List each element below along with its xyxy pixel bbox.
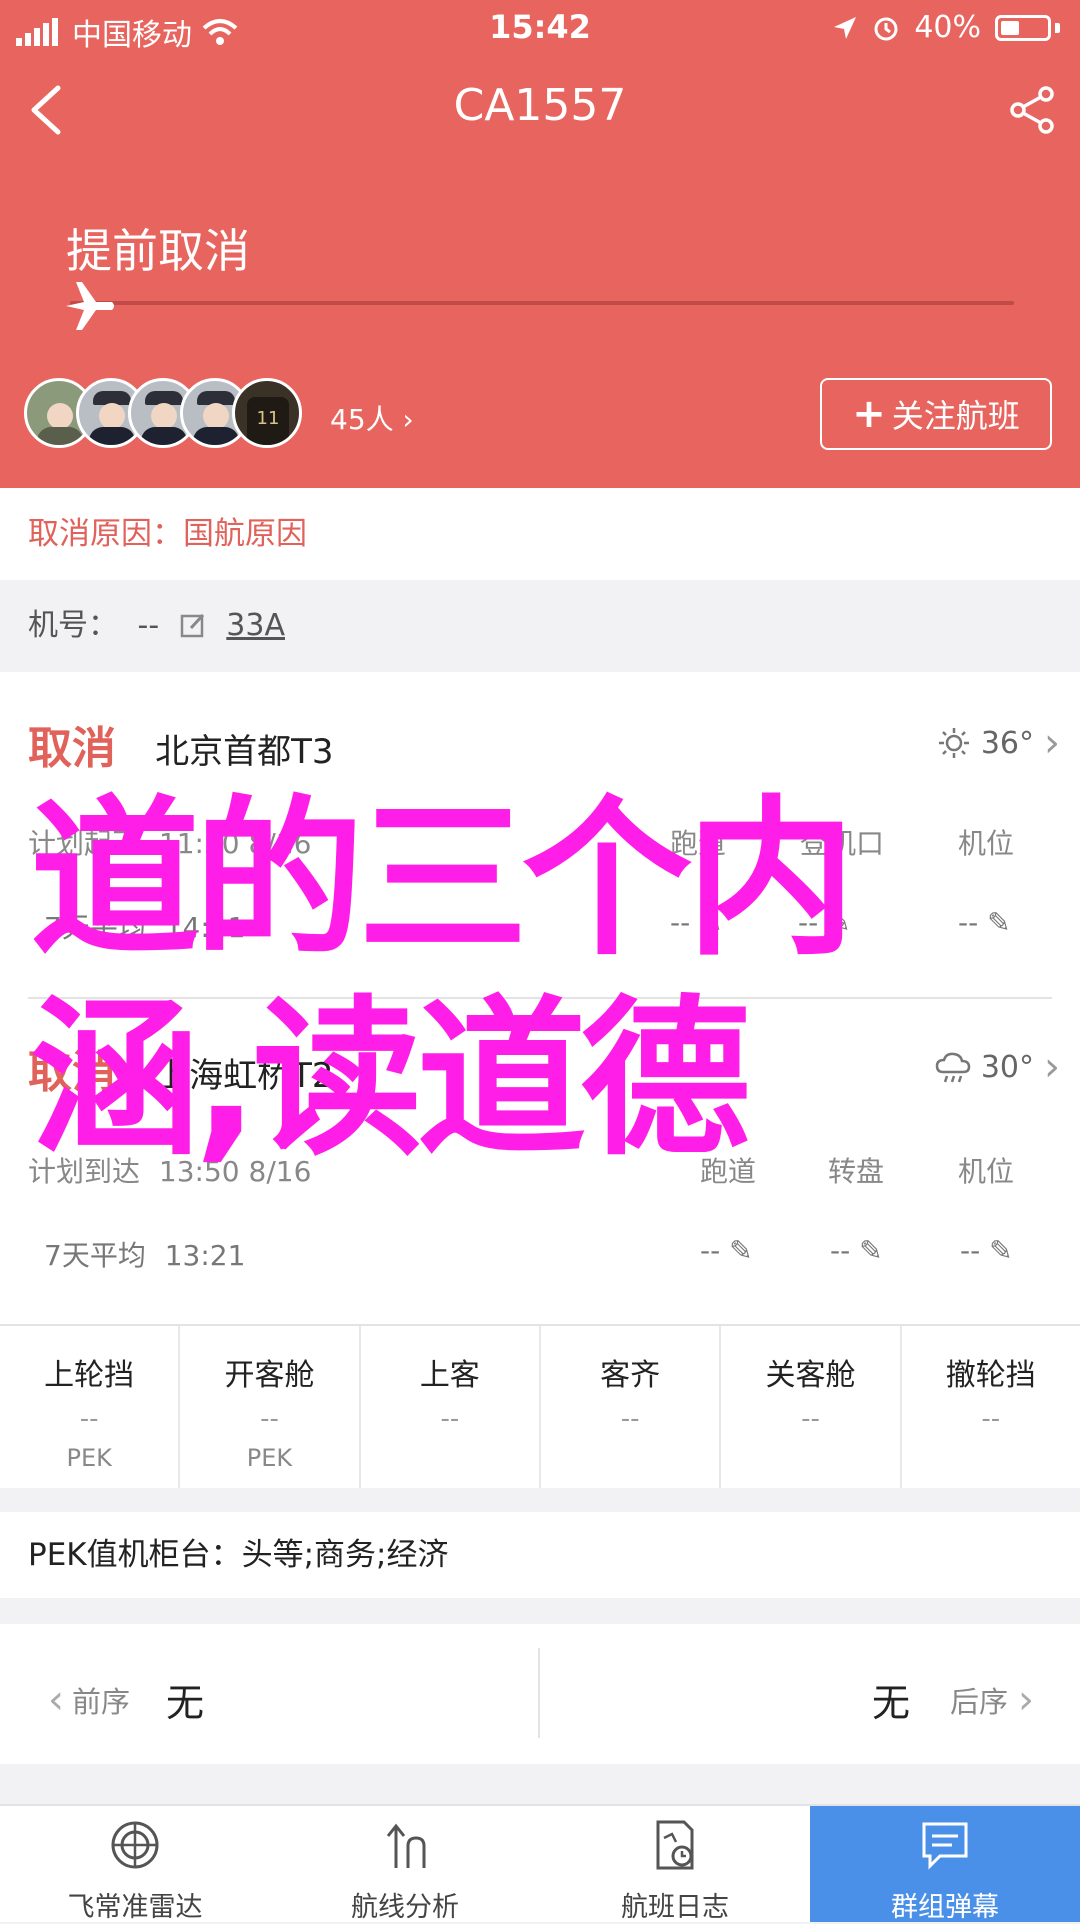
arrival-val-0[interactable]: -- ✎ xyxy=(700,1234,753,1267)
stage-value: -- xyxy=(79,1404,99,1434)
chevron-right-icon: › xyxy=(1044,720,1060,766)
arrival-val-1[interactable]: -- ✎ xyxy=(830,1234,883,1267)
chevron-right-icon: › xyxy=(402,403,414,436)
stage-item: 上客 -- xyxy=(361,1326,541,1488)
stage-title: 撤轮挡 xyxy=(945,1358,1036,1393)
departure-status: 取消 北京首都T3 xyxy=(28,712,334,776)
departure-airport: 北京首都T3 xyxy=(155,732,334,772)
next-label: 后序 xyxy=(949,1684,1008,1719)
arrival-val-1-text: -- xyxy=(830,1234,851,1267)
plane-icon xyxy=(66,282,114,330)
chevron-left-icon: ‹ xyxy=(48,1676,64,1723)
tab-radar[interactable]: 飞常准雷达 xyxy=(0,1806,270,1923)
cancel-reason-value: 国航原因 xyxy=(183,516,307,552)
boarding-stages: 上轮挡 -- PEK 开客舱 -- PEK 上客 -- 客齐 -- 关客舱 --… xyxy=(0,1324,1080,1488)
flight-header: 中国移动 15:42 40% CA1557 提前取消 11 45人 › + 关注… xyxy=(0,0,1080,488)
page-title: CA1557 xyxy=(453,80,627,131)
next-flight[interactable]: 无 后序 › xyxy=(872,1672,1034,1727)
status-right: 40% xyxy=(832,10,1060,45)
followers-label: 45人 xyxy=(330,403,394,436)
stage-item: 撤轮挡 -- xyxy=(902,1326,1080,1488)
sequence-divider xyxy=(538,1648,540,1738)
tab-label: 航班日志 xyxy=(621,1892,729,1923)
next-value: 无 xyxy=(871,1681,910,1725)
followers-count[interactable]: 45人 › xyxy=(330,398,414,438)
stage-title: 客齐 xyxy=(600,1358,661,1393)
arrival-avg: 7天平均 13:21 xyxy=(44,1234,245,1274)
departure-temp: 36° xyxy=(980,725,1034,761)
checkin-counter-row: PEK值机柜台：头等;商务;经济 xyxy=(0,1512,1080,1598)
overlay-watermark-text: 道的三个内 涵,读道德 xyxy=(30,780,1070,1180)
cancel-reason-label: 取消原因： xyxy=(28,516,183,552)
battery-percent: 40% xyxy=(914,10,981,45)
arrival-val-2-text: -- xyxy=(960,1234,981,1267)
chat-icon xyxy=(922,1822,968,1870)
stage-title: 关客舱 xyxy=(765,1358,856,1393)
stage-airport: PEK xyxy=(246,1444,293,1472)
stage-item: 客齐 -- xyxy=(541,1326,722,1488)
battery-icon xyxy=(995,14,1051,41)
share-button[interactable] xyxy=(1006,84,1058,136)
previous-label: 前序 xyxy=(72,1684,131,1719)
chevron-right-icon: › xyxy=(1018,1676,1034,1723)
stage-item: 上轮挡 -- PEK xyxy=(0,1326,181,1488)
follow-flight-label: 关注航班 xyxy=(891,397,1020,435)
cancel-reason-row: 取消原因：国航原因 xyxy=(0,488,1080,580)
stage-value: -- xyxy=(620,1404,640,1434)
arrival-avg-label: 7天平均 xyxy=(44,1239,146,1272)
alarm-icon xyxy=(874,17,898,40)
arrival-avg-value: 13:21 xyxy=(164,1239,246,1272)
previous-value: 无 xyxy=(166,1681,205,1725)
tab-label: 航线分析 xyxy=(351,1892,459,1923)
stage-item: 关客舱 -- xyxy=(721,1326,902,1488)
aircraft-value: -- xyxy=(137,608,160,643)
stage-value: -- xyxy=(981,1404,1001,1434)
sun-icon xyxy=(938,728,969,758)
overlay-line-1: 道的三个内 xyxy=(30,781,856,979)
checkin-value: 头等;商务;经济 xyxy=(241,1537,449,1573)
aircraft-row: 机号： -- 33A xyxy=(0,580,1080,672)
bottom-tab-bar: 飞常准雷达 航线分析 航班日志 群组弹幕 xyxy=(0,1804,1080,1923)
stage-value: -- xyxy=(440,1404,460,1434)
stage-item: 开客舱 -- PEK xyxy=(180,1326,361,1488)
departure-weather[interactable]: 36° › xyxy=(937,720,1060,766)
flight-progress xyxy=(70,301,1014,305)
arrival-val-2[interactable]: -- ✎ xyxy=(960,1234,1013,1267)
departure-status-text: 取消 xyxy=(28,723,116,774)
plus-icon: + xyxy=(852,391,886,437)
aircraft-label: 机号： xyxy=(28,608,118,643)
edit-icon[interactable] xyxy=(179,611,207,639)
overlay-line-2: 涵,读道德 xyxy=(30,981,751,1179)
aircraft-model-link[interactable]: 33A xyxy=(226,608,285,643)
stage-title: 上轮挡 xyxy=(44,1358,135,1393)
tab-label: 飞常准雷达 xyxy=(67,1892,203,1923)
checkin-label: PEK值机柜台： xyxy=(28,1537,242,1573)
tab-flight-log[interactable]: 航班日志 xyxy=(540,1806,810,1923)
flight-sequence: ‹ 前序 无 无 后序 › xyxy=(0,1624,1080,1764)
previous-flight[interactable]: ‹ 前序 无 xyxy=(48,1672,204,1727)
stage-value: -- xyxy=(801,1404,820,1434)
flight-status: 提前取消 xyxy=(66,224,250,278)
stage-title: 上客 xyxy=(419,1358,480,1393)
location-arrow-icon xyxy=(834,16,857,39)
route-icon xyxy=(386,1823,426,1868)
radar-icon xyxy=(111,1821,159,1869)
stage-value: -- xyxy=(260,1404,279,1434)
stage-airport: PEK xyxy=(66,1444,112,1472)
avatar: 11 xyxy=(232,378,302,448)
follower-avatars[interactable]: 11 xyxy=(24,378,302,452)
tab-group-chat[interactable]: 群组弹幕 xyxy=(810,1806,1080,1923)
status-bar: 中国移动 15:42 40% xyxy=(0,0,1080,56)
tab-route-analysis[interactable]: 航线分析 xyxy=(270,1806,540,1923)
tab-label: 群组弹幕 xyxy=(891,1892,999,1923)
follow-flight-button[interactable]: + 关注航班 xyxy=(820,378,1052,450)
stage-title: 开客舱 xyxy=(224,1358,315,1393)
arrival-val-0-text: -- xyxy=(700,1234,721,1267)
log-icon xyxy=(656,1820,694,1870)
